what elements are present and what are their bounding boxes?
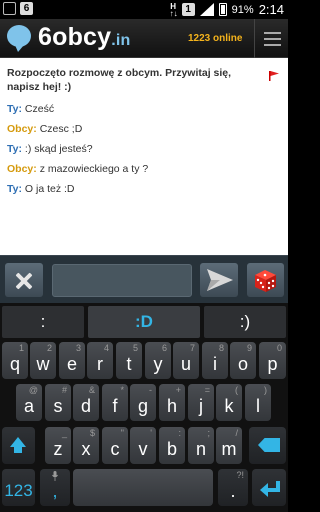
period-key[interactable]: ?!.: [218, 469, 248, 506]
key-o[interactable]: 9o: [230, 342, 256, 379]
chat-message: Ty: :) skąd jesteś?: [7, 143, 93, 155]
shift-key[interactable]: [2, 427, 35, 464]
chat-area[interactable]: Rozpoczęto rozmowę z obcym. Przywitaj si…: [0, 58, 288, 255]
clock: 2:14: [258, 2, 284, 17]
chat-bubble-logo-icon: [7, 25, 31, 52]
key-s[interactable]: # s: [45, 384, 71, 421]
key-y[interactable]: 6y: [145, 342, 171, 379]
key-w[interactable]: 2w: [30, 342, 56, 379]
key-h[interactable]: + h: [159, 384, 185, 421]
key-q[interactable]: 1q: [2, 342, 28, 379]
key-m[interactable]: / m: [216, 427, 242, 464]
key-g[interactable]: -g: [130, 384, 156, 421]
network-type-icon: H ↑↓: [169, 1, 178, 18]
chat-message: Ty: Cześć: [7, 103, 55, 115]
key-u[interactable]: 7u: [173, 342, 199, 379]
enter-key[interactable]: [252, 469, 286, 506]
battery-icon: [218, 3, 227, 16]
disconnect-button[interactable]: [5, 263, 43, 297]
key-x[interactable]: $ x: [73, 427, 99, 464]
backspace-key[interactable]: [249, 427, 286, 464]
suggestion-item[interactable]: :: [2, 306, 84, 338]
sim-icon: 1: [181, 3, 195, 16]
enter-icon: [260, 481, 280, 497]
key-f[interactable]: * f: [102, 384, 128, 421]
chat-message: Obcy: z mazowieckiego a ty ?: [7, 163, 149, 175]
message-input[interactable]: [52, 264, 192, 297]
send-icon: [207, 269, 233, 291]
key-n[interactable]: ; n: [188, 427, 214, 464]
signal-icon: [199, 3, 214, 16]
app-notification-badge: 6: [20, 2, 33, 15]
key-c[interactable]: " c: [102, 427, 128, 464]
key-a[interactable]: @ a: [16, 384, 42, 421]
key-e[interactable]: 3e: [59, 342, 85, 379]
key-t[interactable]: 5t: [116, 342, 142, 379]
suggestion-item[interactable]: :): [204, 306, 286, 338]
numbers-key[interactable]: 123: [2, 469, 35, 506]
battery-percent: 91%: [231, 3, 254, 16]
system-message: Rozpoczęto rozmowę z obcym. Przywitaj si…: [7, 67, 232, 93]
random-dice-button[interactable]: [247, 263, 284, 297]
dice-icon: [255, 270, 276, 292]
send-button[interactable]: [200, 263, 238, 297]
key-j[interactable]: = j: [188, 384, 214, 421]
key-l[interactable]: ) l: [245, 384, 271, 421]
space-key[interactable]: [73, 469, 213, 506]
status-bar: 6 H ↑↓ 1 91% 2:14: [0, 0, 288, 19]
hamburger-icon: [264, 32, 281, 34]
app-logo: 6obcy.in: [38, 23, 131, 51]
message-input-bar: [0, 255, 288, 303]
backspace-icon: [258, 438, 280, 452]
chat-message: Ty: O ja też :D: [7, 183, 75, 195]
key-p[interactable]: 0p: [259, 342, 286, 379]
report-flag-icon[interactable]: [269, 71, 279, 81]
chat-message: Obcy: Czesc ;D: [7, 123, 83, 135]
key-z[interactable]: _ z: [45, 427, 71, 464]
online-count: 1223 online: [188, 33, 243, 44]
key-k[interactable]: (k: [216, 384, 242, 421]
suggestion-item-selected[interactable]: :D: [88, 306, 200, 338]
soft-keyboard: : :D :) 1q 2w 3e 4r 5t 6y 7u 8i 9o 0p @ a…: [0, 303, 288, 512]
microphone-icon: [52, 471, 58, 481]
photo-notification-icon: [3, 2, 16, 15]
menu-button[interactable]: [254, 19, 288, 58]
key-v[interactable]: ' v: [130, 427, 156, 464]
app-header: 6obcy.in 1223 online: [0, 19, 288, 58]
key-r[interactable]: 4r: [87, 342, 113, 379]
key-b[interactable]: :b: [159, 427, 185, 464]
key-d[interactable]: & d: [73, 384, 99, 421]
comma-key[interactable]: ,: [40, 469, 70, 506]
key-i[interactable]: 8i: [202, 342, 228, 379]
